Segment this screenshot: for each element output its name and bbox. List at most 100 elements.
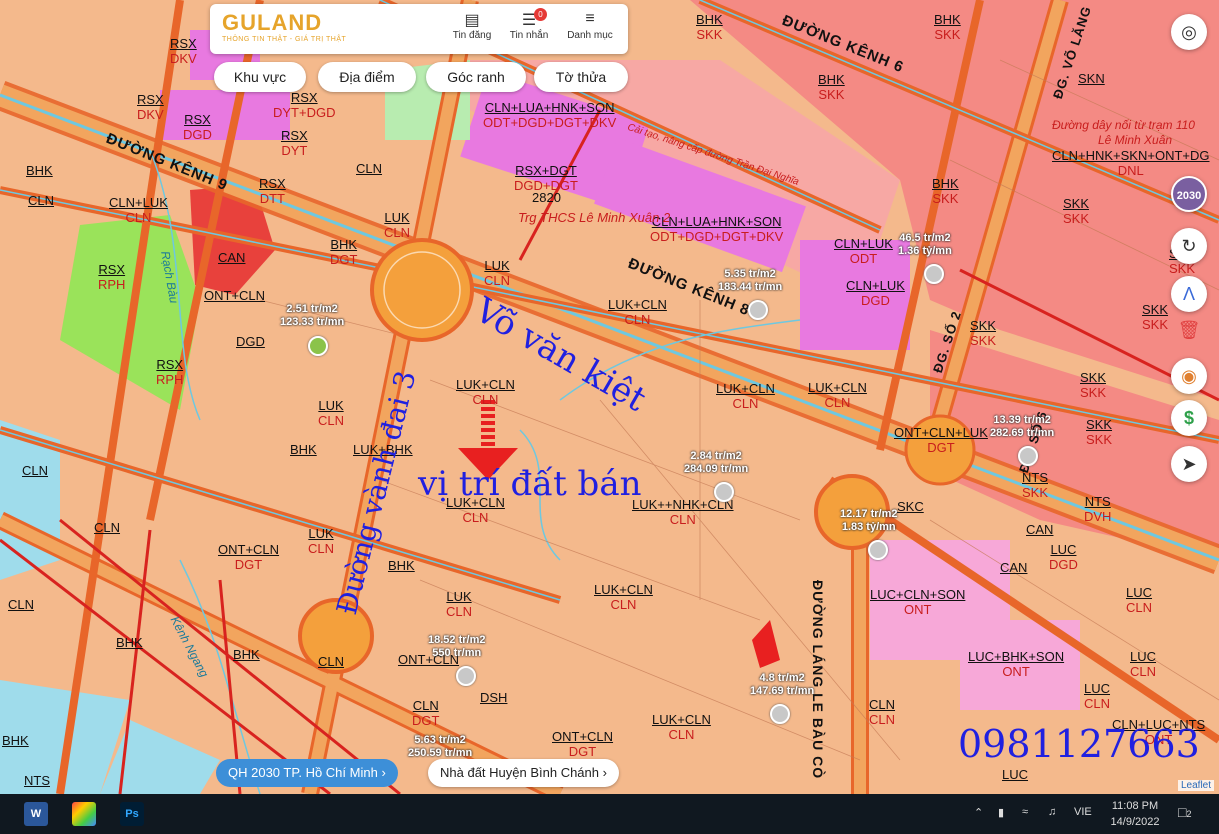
- zone-label: ONT+CLN+LUK DGT: [894, 425, 988, 455]
- zone-label: LUK CLN: [308, 526, 335, 556]
- zone-label: CLN: [28, 193, 55, 208]
- zone-label: RSX DGD: [183, 112, 212, 142]
- filter-goc-ranh[interactable]: Góc ranh: [426, 62, 526, 92]
- zone-label: ONT+CLN DGT: [218, 542, 280, 572]
- leaflet-attribution[interactable]: Leaflet: [1178, 780, 1215, 791]
- zone-label: BHK: [116, 635, 143, 650]
- palette-button[interactable]: ◉: [1171, 358, 1207, 394]
- zone-label: CAN: [218, 250, 246, 265]
- zone-label: LUK CLN: [384, 210, 411, 240]
- price-marker[interactable]: [924, 264, 944, 284]
- price-marker[interactable]: [714, 482, 734, 502]
- input-language[interactable]: VIE: [1074, 806, 1092, 818]
- zone-label: RSX DYT: [281, 128, 308, 158]
- notification-icon[interactable]: □2: [1178, 804, 1191, 820]
- zone-label: LUC CLN: [1130, 649, 1157, 679]
- measure-button[interactable]: Λ: [1171, 276, 1207, 312]
- chevron-right-icon: ›: [381, 765, 386, 780]
- zone-label: BHK SKK: [932, 176, 959, 206]
- zone-label: CLN DGT: [412, 698, 440, 728]
- zone-label: CAN: [1026, 522, 1054, 537]
- clock[interactable]: 11:08 PM 14/9/2022: [1106, 798, 1164, 830]
- year-2030-icon: 2030: [1176, 190, 1202, 202]
- price-label: 46.5 tr/m2 1.36 tỷ/mn: [898, 232, 952, 257]
- plan-link-button[interactable]: QH 2030 TP. Hồ Chí Minh ›: [216, 759, 398, 787]
- zone-label: SKN: [1078, 71, 1105, 86]
- price-button[interactable]: $: [1171, 400, 1207, 436]
- year-2030-button[interactable]: 2030: [1171, 176, 1207, 212]
- word-app-icon[interactable]: W: [24, 802, 48, 826]
- zone-label: RSX DKV: [137, 92, 164, 122]
- zone-label: BHK: [388, 558, 415, 573]
- nav-news[interactable]: ▤ Tin đăng: [444, 10, 500, 41]
- refresh-button[interactable]: ↻: [1171, 228, 1207, 264]
- zone-label: LUK+CLN CLN: [808, 380, 867, 410]
- price-label: 2.84 tr/m2 284.09 tr/mn: [684, 450, 749, 475]
- locate-icon: ◎: [1181, 22, 1197, 42]
- zone-label: LUK CLN: [446, 589, 473, 619]
- phone-number[interactable]: 0981127663: [958, 722, 1200, 766]
- price-marker[interactable]: [1018, 446, 1038, 466]
- zone-label: BHK SKK: [934, 12, 961, 42]
- palette-icon: ◉: [1181, 366, 1197, 386]
- school-label: Trg THCS Lê Minh Xuân 2: [518, 210, 671, 225]
- photoshop-app-icon[interactable]: Ps: [120, 802, 144, 826]
- nav-menu[interactable]: ≡ Danh mục: [562, 10, 618, 41]
- volume-icon[interactable]: ♫: [1048, 806, 1056, 818]
- zone-label: CLN+LUK ODT: [834, 236, 893, 266]
- edge-app-icon[interactable]: [72, 802, 96, 826]
- chevron-right-icon: ›: [602, 765, 607, 780]
- refresh-icon: ↻: [1181, 236, 1197, 256]
- zone-label: RSX RPH: [98, 262, 126, 292]
- zone-label: SKKSKK: [1142, 302, 1169, 332]
- menu-icon: ≡: [585, 10, 595, 27]
- message-icon: ☰: [521, 12, 537, 29]
- land-for-sale-annotation: vị trí đất bán: [418, 464, 642, 504]
- zone-label: LUK CLN: [484, 258, 511, 288]
- area-link-button[interactable]: Nhà đất Huyện Bình Chánh ›: [428, 759, 619, 787]
- zone-label: LUC+BHK+SON ONT: [968, 649, 1065, 679]
- taskbar: W Ps ⌃ ▮ ≈ ♫ VIE 11:08 PM 14/9/2022 □2: [0, 794, 1219, 834]
- nav-messages[interactable]: ☰ 0 Tin nhắn: [501, 8, 557, 41]
- zone-label: CLN CLN: [869, 697, 896, 727]
- zone-label: CLN+LUK DGD: [846, 278, 905, 308]
- share-icon: ➤: [1181, 454, 1197, 474]
- delete-button[interactable]: 🗑: [1171, 312, 1207, 348]
- zone-label: RSX DYT+DGD: [273, 90, 336, 120]
- zone-label: ONT+CLN DGT: [552, 729, 614, 759]
- price-label: 13.39 tr/m2 282.69 tr/mn: [990, 414, 1055, 439]
- zone-label: LUK+CLN CLN: [608, 297, 667, 327]
- zone-label: SKKSKK: [1086, 417, 1113, 447]
- price-marker[interactable]: [868, 540, 888, 560]
- price-label: 2.51 tr/m2 123.33 tr/mn: [280, 303, 345, 328]
- powerline-label: Đường dây nối từ trạm 110: [1052, 118, 1195, 132]
- zone-label: BHK: [2, 733, 29, 748]
- zone-label: LUC+CLN+SON ONT: [870, 587, 966, 617]
- zone-label: LUC CLN: [1126, 585, 1153, 615]
- logo[interactable]: GULAND THÔNG TIN THẬT - GIÁ TRỊ THẬT: [222, 10, 346, 43]
- zone-label: LUK+CLN CLN: [456, 377, 515, 407]
- price-marker[interactable]: [308, 336, 328, 356]
- zone-label: SKKSKK: [1063, 196, 1090, 226]
- price-icon: $: [1183, 408, 1194, 428]
- zone-label: LUC DGD: [1049, 542, 1078, 572]
- filter-to-thua[interactable]: Tờ thửa: [534, 62, 628, 92]
- price-marker[interactable]: [748, 300, 768, 320]
- zone-label: CLN+LUK CLN: [109, 195, 168, 225]
- price-marker[interactable]: [456, 666, 476, 686]
- wifi-icon[interactable]: ≈: [1022, 806, 1028, 818]
- chevron-up-icon[interactable]: ⌃: [974, 806, 983, 819]
- zone-label: LUK CLN: [318, 398, 345, 428]
- price-marker[interactable]: [770, 704, 790, 724]
- filter-dia-diem[interactable]: Địa điểm: [318, 62, 416, 92]
- filter-khu-vuc[interactable]: Khu vực: [214, 62, 306, 92]
- zone-label: BHK DGT: [330, 237, 358, 267]
- battery-icon[interactable]: ▮: [998, 806, 1004, 819]
- zone-label: CAN: [1000, 560, 1028, 575]
- zone-label: CLN: [356, 161, 383, 176]
- news-icon: ▤: [464, 12, 480, 29]
- planning-map[interactable]: RSX DKV RSX DKV RSX DGD RSX DYT RSX DYT+DGD R…: [0, 0, 1219, 794]
- share-button[interactable]: ➤: [1171, 446, 1207, 482]
- locate-button[interactable]: ◎: [1171, 14, 1207, 50]
- zone-label: BHK: [233, 647, 260, 662]
